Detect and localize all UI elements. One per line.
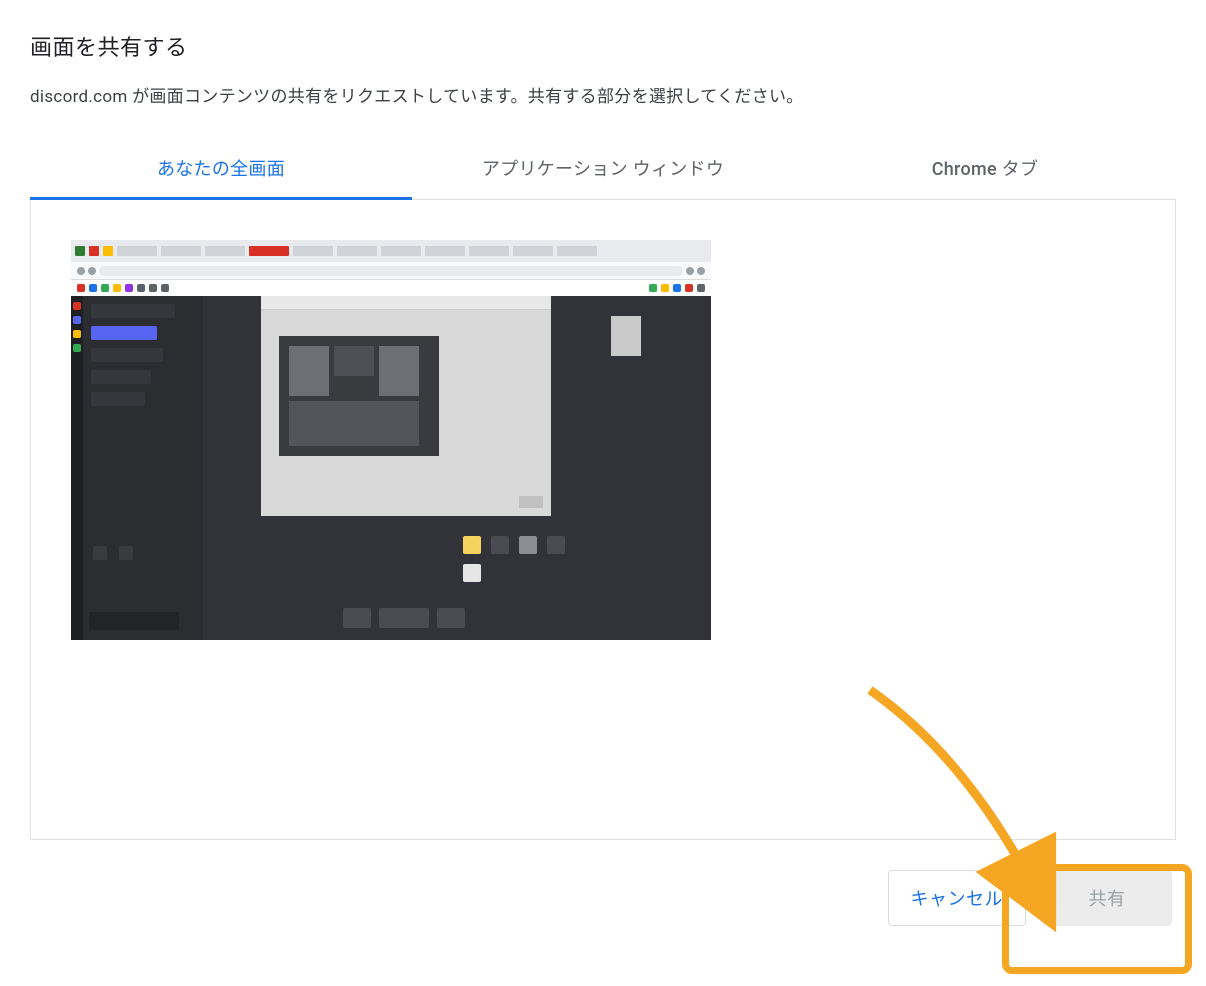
- thumbnail-browser-tabbar: [71, 240, 711, 262]
- thumbnail-app-body: [71, 296, 711, 640]
- dialog-subtitle: discord.com が画面コンテンツの共有をリクエストしています。共有する部…: [30, 82, 1176, 107]
- dialog-footer: キャンセル 共有: [30, 840, 1176, 926]
- thumbnail-browser-bookmarkbar: [71, 280, 711, 296]
- share-tabs: あなたの全画面 アプリケーション ウィンドウ Chrome タブ: [30, 139, 1176, 200]
- share-button[interactable]: 共有: [1042, 870, 1172, 926]
- cancel-button[interactable]: キャンセル: [888, 870, 1027, 926]
- share-content-area: [30, 200, 1176, 840]
- dialog-title: 画面を共有する: [30, 30, 1176, 62]
- tab-chrome-tab[interactable]: Chrome タブ: [794, 139, 1176, 199]
- thumbnail-browser-addressbar: [71, 262, 711, 280]
- tab-application-window[interactable]: アプリケーション ウィンドウ: [412, 139, 794, 199]
- screen-thumbnail[interactable]: [71, 240, 711, 640]
- tab-entire-screen[interactable]: あなたの全画面: [30, 139, 412, 200]
